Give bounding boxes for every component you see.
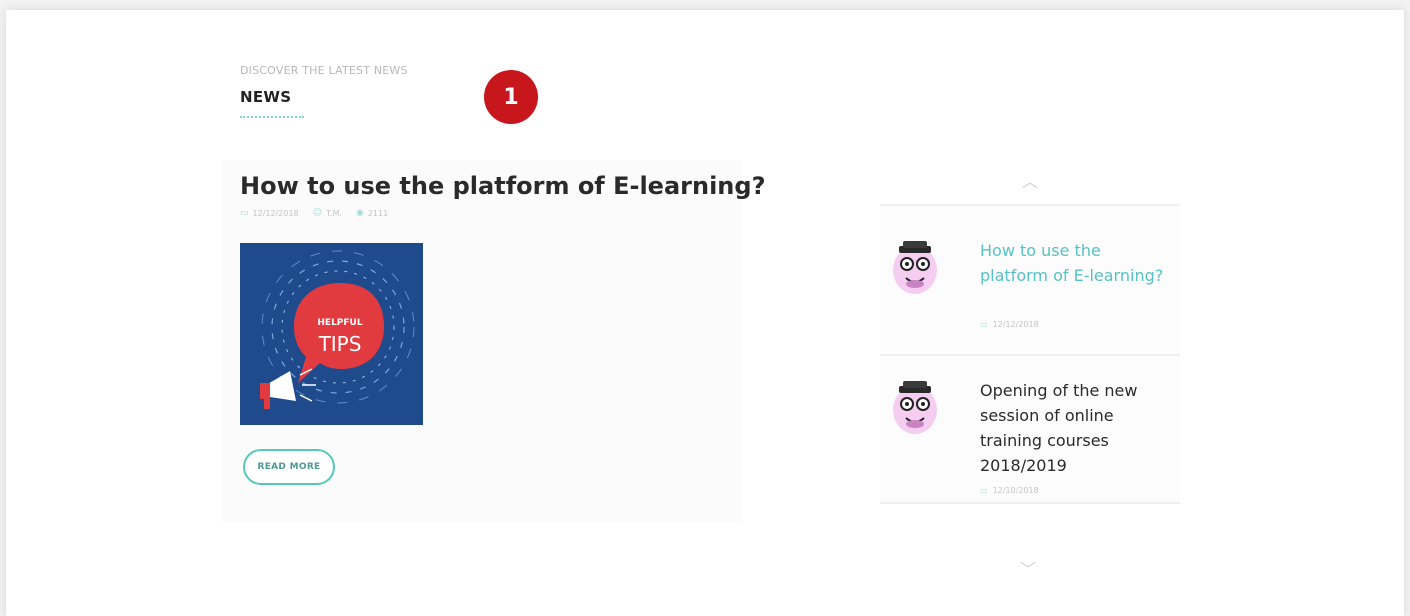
avatar-icon <box>893 381 937 434</box>
meta-views: ◉ 2111 <box>356 208 388 218</box>
meta-views-text: 2111 <box>367 208 389 218</box>
calendar-icon: ▭ <box>980 486 988 495</box>
featured-article-title[interactable]: How to use the platform of E-learning? <box>240 172 766 200</box>
title-underline <box>240 116 304 118</box>
meta-author-text: T.M. <box>326 208 342 218</box>
meta-date: ▭ 12/12/2018 <box>240 208 299 218</box>
news-list: How to use the platform of E-learning? ▭… <box>880 204 1180 524</box>
user-icon: ☺ <box>312 208 323 218</box>
tips-top-label: HELPFUL <box>317 318 362 328</box>
meta-author: ☺ T.M. <box>313 208 342 218</box>
section-eyebrow: DISCOVER THE LATEST NEWS <box>240 64 408 77</box>
calendar-icon: ▭ <box>980 320 988 329</box>
step-badge: 1 <box>484 70 538 124</box>
avatar-icon <box>893 241 937 294</box>
author-avatar <box>890 240 940 296</box>
author-avatar <box>890 380 940 436</box>
news-list-item[interactable]: Opening of the new session of online tra… <box>880 354 1180 504</box>
featured-article-meta: ▭ 12/12/2018 ☺ T.M. ◉ 2111 <box>240 208 388 218</box>
section-title: NEWS <box>240 88 292 106</box>
tips-main-label: TIPS <box>318 332 362 356</box>
featured-article-image[interactable]: HELPFUL TIPS <box>240 243 423 425</box>
news-item-date: ▭ 12/10/2018 <box>980 486 1039 495</box>
calendar-icon: ▭ <box>240 208 249 218</box>
eye-icon: ◉ <box>355 208 364 218</box>
chevron-up-icon[interactable]: ︿ <box>1010 168 1050 192</box>
news-item-date-text: 12/10/2018 <box>992 486 1039 495</box>
news-item-date: ▭ 12/12/2018 <box>980 320 1039 329</box>
news-list-item[interactable]: How to use the platform of E-learning? ▭… <box>880 204 1180 354</box>
meta-date-text: 12/12/2018 <box>252 208 299 218</box>
helpful-tips-illustration: HELPFUL TIPS <box>240 243 423 425</box>
news-item-title[interactable]: Opening of the new session of online tra… <box>980 378 1170 478</box>
news-item-title[interactable]: How to use the platform of E-learning? <box>980 238 1170 288</box>
read-more-button[interactable]: READ MORE <box>243 449 335 485</box>
news-item-date-text: 12/12/2018 <box>992 320 1039 329</box>
chevron-down-icon[interactable]: ﹀ <box>1008 556 1048 580</box>
